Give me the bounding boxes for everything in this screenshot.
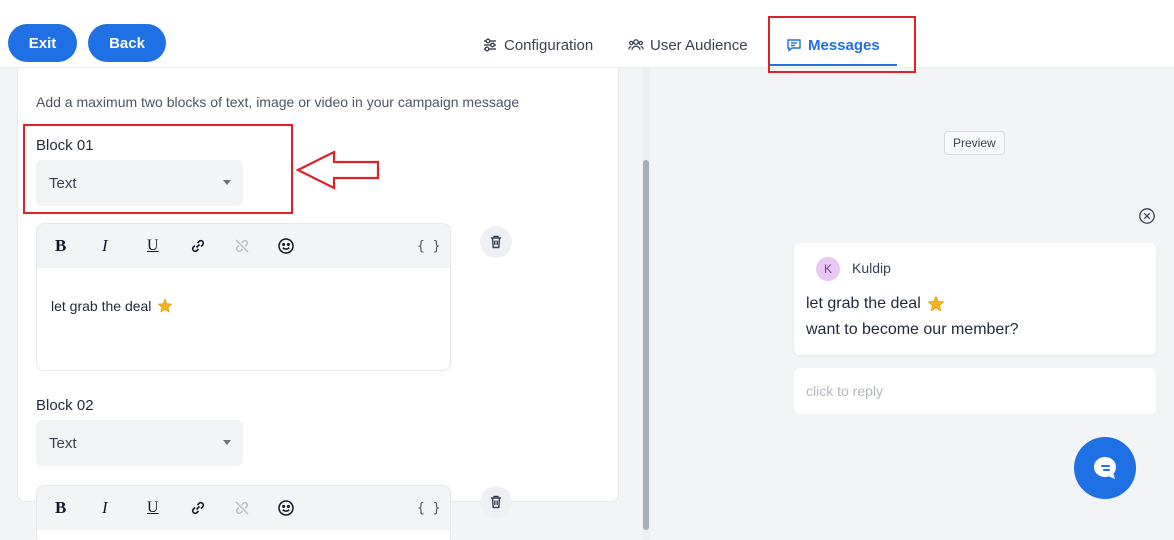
unlink-icon[interactable]	[233, 496, 251, 520]
preview-message-line-1: let grab the deal	[806, 295, 945, 313]
italic-button[interactable]: I	[102, 234, 108, 258]
sender-name: Kuldip	[852, 260, 891, 276]
variables-button[interactable]: { }	[417, 496, 440, 520]
block-02-label: Block 02	[36, 397, 94, 414]
block-02-rich-text-editor: B I U { }	[36, 485, 451, 540]
underline-button[interactable]: U	[147, 234, 159, 258]
caret-down-icon	[223, 440, 231, 445]
close-icon[interactable]	[1138, 207, 1156, 225]
chat-bubble-icon	[1094, 457, 1116, 479]
emoji-icon[interactable]	[277, 496, 295, 520]
preview-badge: Preview	[944, 131, 1005, 155]
highlight-block-01-select	[23, 124, 293, 214]
reply-input[interactable]: click to reply	[794, 368, 1156, 414]
exit-button[interactable]: Exit	[8, 24, 77, 62]
bold-button[interactable]: B	[55, 496, 66, 520]
star-icon	[927, 295, 945, 312]
preview-message-text-1: let grab the deal	[806, 295, 921, 312]
tab-user-audience-label: User Audience	[650, 36, 748, 54]
block-01-toolbar: B I U { }	[37, 224, 450, 268]
italic-button[interactable]: I	[102, 496, 108, 520]
users-icon	[628, 39, 644, 51]
trash-icon	[491, 235, 501, 249]
tab-configuration[interactable]: Configuration	[482, 33, 593, 57]
star-icon	[157, 298, 173, 313]
block-02-type-value: Text	[49, 434, 77, 452]
bold-button[interactable]: B	[55, 234, 66, 258]
back-button[interactable]: Back	[88, 24, 166, 62]
preview-message-line-2: want to become our member?	[806, 321, 1019, 338]
preview-message-card: K Kuldip let grab the deal want to becom…	[794, 243, 1156, 355]
underline-button[interactable]: U	[147, 496, 159, 520]
editor-intro-text: Add a maximum two blocks of text, image …	[36, 94, 520, 110]
tab-configuration-label: Configuration	[504, 36, 594, 54]
annotation-arrow-icon	[296, 150, 380, 190]
preview-pane: Preview K Kuldip let grab the deal want …	[650, 68, 1174, 540]
block-01-rich-text-editor: B I U { } let grab the deal	[36, 223, 451, 371]
trash-icon	[491, 495, 501, 509]
unlink-icon[interactable]	[233, 234, 251, 258]
tab-user-audience[interactable]: User Audience	[628, 33, 748, 57]
highlight-messages-tab	[768, 16, 916, 73]
top-header: Exit Back Configuration User Audience Me…	[0, 0, 1174, 68]
block-01-text-area[interactable]: let grab the deal	[37, 268, 450, 370]
editor-scrollbar-thumb[interactable]	[643, 160, 649, 530]
chat-launcher-button[interactable]	[1074, 437, 1136, 499]
avatar: K	[816, 257, 840, 281]
delete-block-02-button[interactable]	[480, 486, 512, 518]
variables-button[interactable]: { }	[417, 234, 440, 258]
block-01-text: let grab the deal	[51, 298, 152, 314]
link-icon[interactable]	[189, 234, 207, 258]
emoji-icon[interactable]	[277, 234, 295, 258]
sliders-icon	[484, 38, 496, 52]
block-02-type-select[interactable]: Text	[36, 420, 243, 466]
link-icon[interactable]	[189, 496, 207, 520]
block-02-toolbar: B I U { }	[37, 486, 450, 530]
delete-block-01-button[interactable]	[480, 226, 512, 258]
